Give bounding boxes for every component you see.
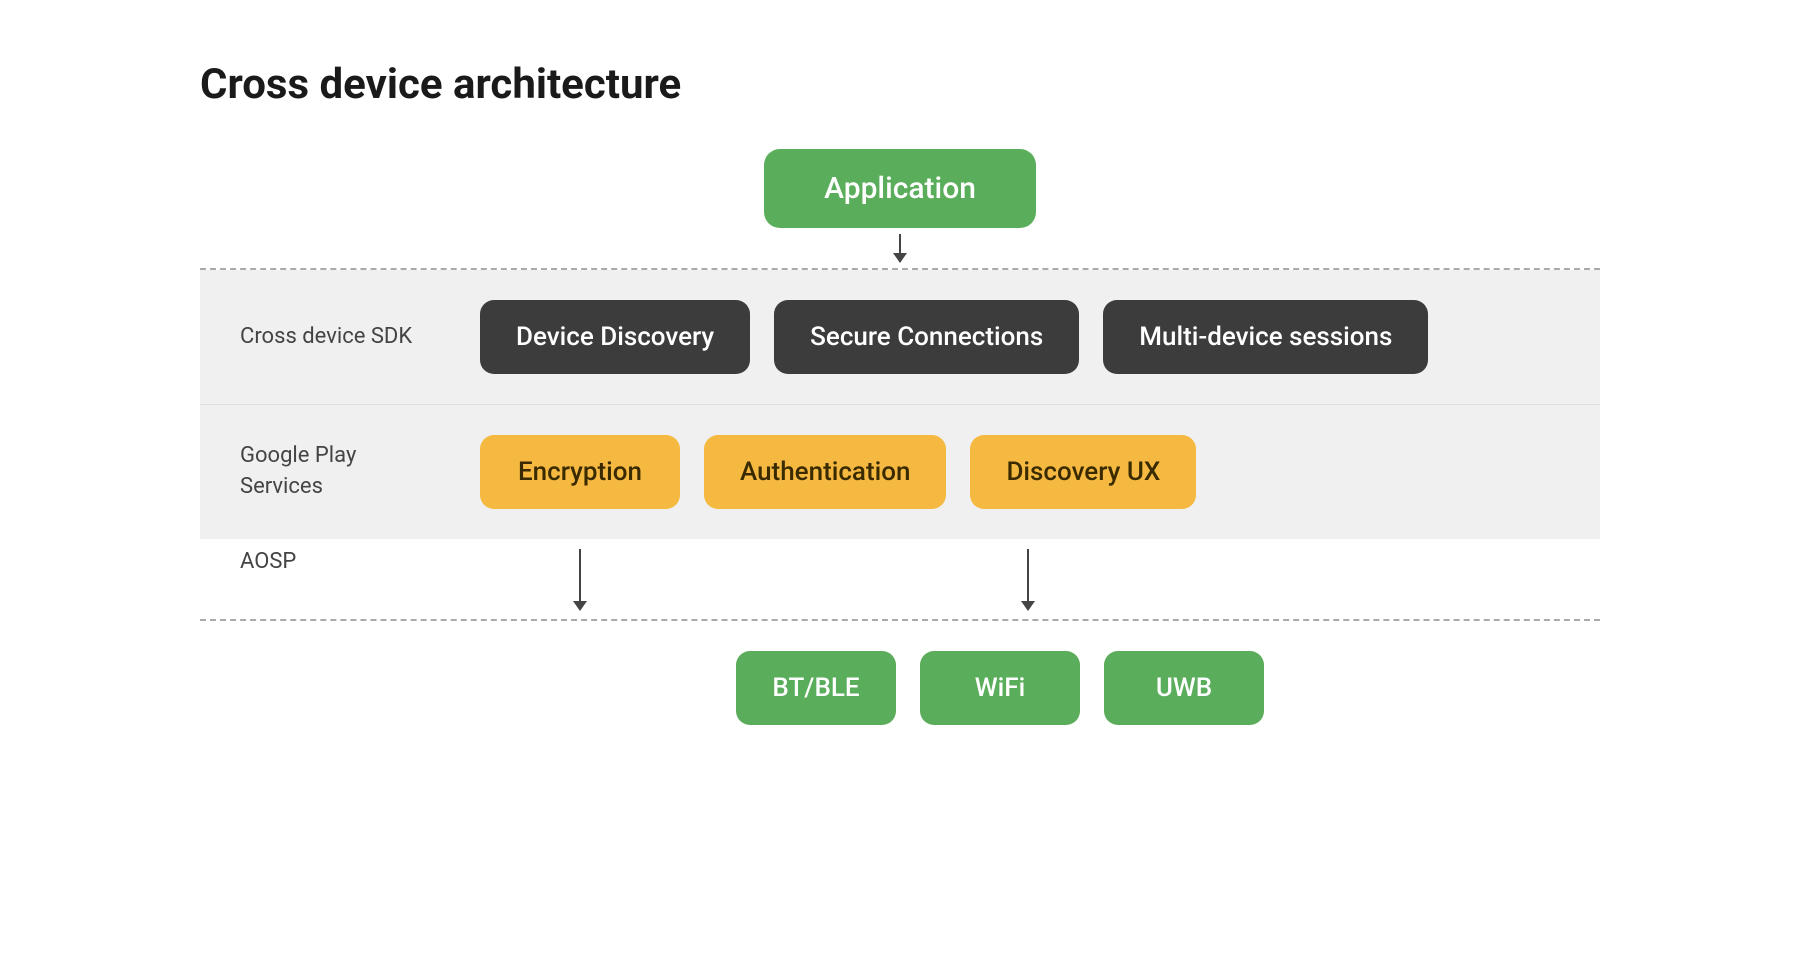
arrow-spacer-1 [704, 549, 904, 619]
aosp-section: AOSP [200, 539, 1600, 619]
play-label: Google Play Services [240, 441, 420, 503]
aosp-label: AOSP [240, 549, 420, 574]
sdk-item-multi-device: Multi-device sessions [1103, 300, 1428, 374]
play-band: Google Play Services Encryption Authenti… [200, 405, 1600, 539]
bottom-wifi: WiFi [920, 651, 1080, 725]
arrow-2-line [1027, 549, 1029, 601]
sdk-band: Cross device SDK Device Discovery Secure… [200, 270, 1600, 404]
app-arrow-down [200, 228, 1600, 268]
aosp-arrows [480, 549, 1128, 619]
sdk-items: Device Discovery Secure Connections Mult… [480, 300, 1560, 374]
play-item-encryption: Encryption [480, 435, 680, 509]
play-items: Encryption Authentication Discovery UX [480, 435, 1560, 509]
arrow-2-head [1021, 601, 1035, 611]
bottom-bt-ble: BT/BLE [736, 651, 896, 725]
sdk-item-device-discovery: Device Discovery [480, 300, 750, 374]
application-box: Application [764, 149, 1036, 228]
arrow-line [899, 234, 901, 262]
sdk-item-secure-connections: Secure Connections [774, 300, 1079, 374]
app-row: Application [200, 149, 1600, 228]
play-item-discovery-ux: Discovery UX [970, 435, 1196, 509]
arrow-1-line [579, 549, 581, 601]
bottom-uwb: UWB [1104, 651, 1264, 725]
arrow-1-container [480, 549, 680, 619]
bottom-dashed-line [200, 619, 1600, 621]
bottom-nodes: BT/BLE WiFi UWB [200, 651, 1600, 725]
play-item-authentication: Authentication [704, 435, 946, 509]
diagram-container: Cross device architecture Application Cr… [200, 60, 1600, 725]
page-title: Cross device architecture [200, 60, 1600, 109]
arrow-2-container [928, 549, 1128, 619]
arrow-1-head [573, 601, 587, 611]
sdk-label: Cross device SDK [240, 322, 420, 353]
